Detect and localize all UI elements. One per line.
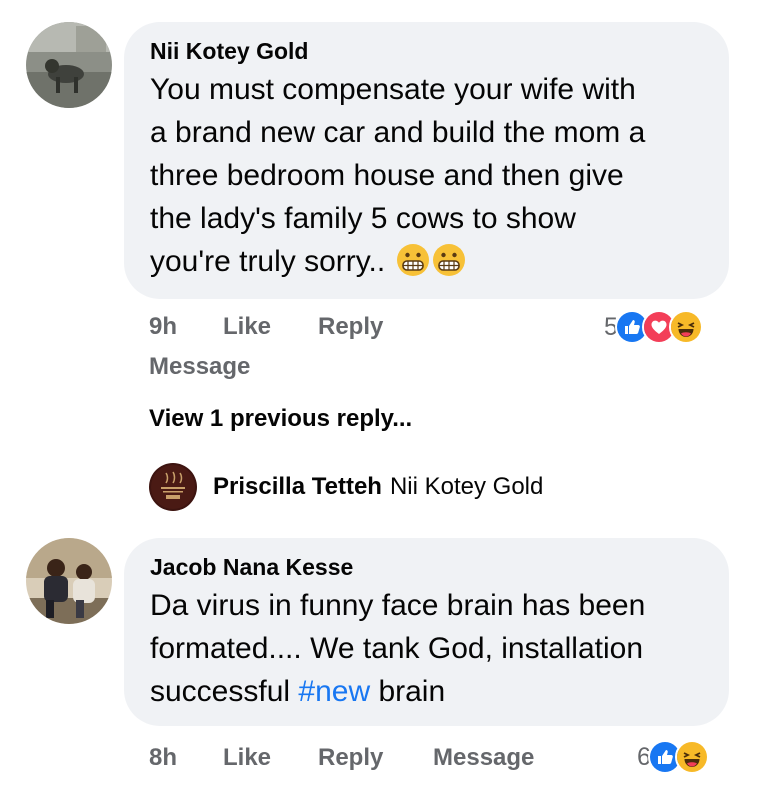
comment-text-line: Da virus in funny face brain has been	[150, 589, 646, 622]
avatar	[149, 463, 197, 511]
like-button[interactable]: Like	[223, 743, 271, 773]
comment-text-line: you're truly sorry..	[150, 245, 394, 278]
message-button[interactable]: Message	[433, 743, 534, 773]
comment-text-line-last: you're truly sorry..	[150, 240, 729, 283]
reply-button[interactable]: Reply	[318, 312, 383, 342]
view-previous-replies-link[interactable]: View 1 previous reply...	[149, 405, 412, 433]
reply-mention[interactable]: Nii Kotey Gold	[390, 473, 543, 501]
avatar-image	[26, 538, 112, 624]
comment-text-line: formated.... We tank God, installation	[150, 632, 644, 665]
comment-text: Da virus in funny face brain has been fo…	[150, 584, 729, 713]
like-button[interactable]: Like	[223, 312, 271, 342]
avatar[interactable]	[26, 538, 112, 624]
message-button[interactable]: Message	[149, 352, 250, 382]
comment-text-line-last: successful #new brain	[150, 670, 729, 713]
comment-text-line: You must compensate your wife with	[150, 73, 636, 106]
comment-bubble: Nii Kotey Gold You must compensate your …	[124, 22, 729, 299]
reaction-summary[interactable]: 6	[637, 740, 709, 774]
comment-text-line: three bedroom house and then give	[150, 159, 624, 192]
hashtag-link[interactable]: #new	[298, 675, 370, 708]
avatar-image	[26, 22, 112, 108]
comment-text: You must compensate your wife with a bra…	[150, 68, 729, 283]
reply-preview[interactable]: Priscilla Tetteh Nii Kotey Gold	[149, 463, 543, 511]
comment-bubble: Jacob Nana Kesse Da virus in funny face …	[124, 538, 729, 726]
comment-time[interactable]: 9h	[149, 312, 177, 342]
grimacing-emoji-icon	[432, 244, 465, 276]
reply-button[interactable]: Reply	[318, 743, 383, 773]
avatar[interactable]	[26, 22, 112, 108]
comments-thread: Nii Kotey Gold You must compensate your …	[0, 0, 761, 791]
comment-text-segment: successful	[150, 675, 299, 708]
comment-text-line: a brand new car and build the mom a	[150, 116, 646, 149]
comment-author[interactable]: Nii Kotey Gold	[150, 37, 729, 65]
avatar-image	[149, 463, 197, 511]
comment-time[interactable]: 8h	[149, 743, 177, 773]
comment-author[interactable]: Jacob Nana Kesse	[150, 553, 729, 581]
haha-icon	[668, 310, 703, 344]
reaction-summary[interactable]: 5	[604, 310, 703, 344]
comment-text-line: the lady's family 5 cows to show	[150, 202, 576, 235]
grimacing-emoji-icon	[396, 244, 429, 276]
reply-author[interactable]: Priscilla Tetteh	[213, 473, 382, 501]
comment-text-segment: brain	[370, 675, 446, 708]
haha-icon	[674, 740, 709, 774]
